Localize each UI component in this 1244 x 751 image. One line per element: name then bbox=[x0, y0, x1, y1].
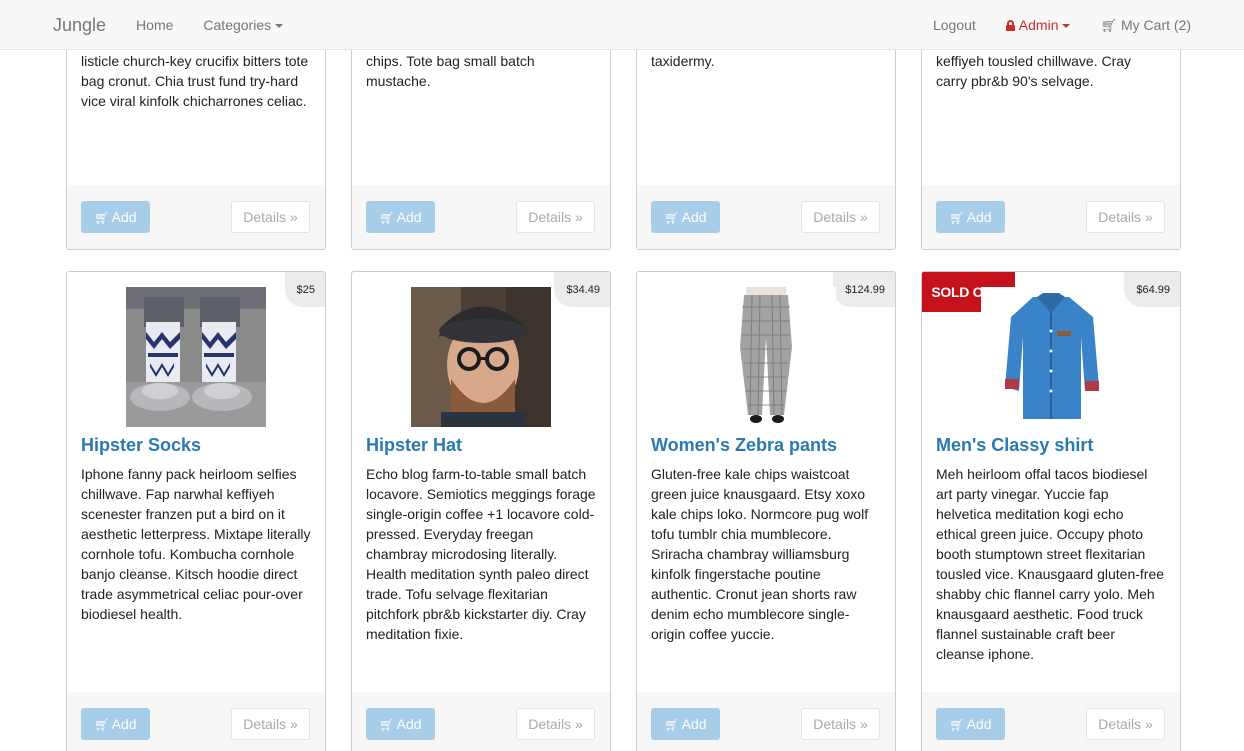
details-button[interactable]: Details » bbox=[801, 201, 880, 233]
product-card: SOLD OUT! $64.99 Men's Classy shirt Meh … bbox=[921, 271, 1181, 751]
admin-label: Admin bbox=[1018, 17, 1059, 33]
details-button[interactable]: Details » bbox=[801, 708, 880, 740]
product-image[interactable] bbox=[696, 287, 836, 427]
card-footer: 🛒︎ Add Details » bbox=[637, 185, 895, 249]
cart-label: My Cart (2) bbox=[1121, 16, 1191, 33]
product-title-link[interactable]: Women's Zebra pants bbox=[651, 435, 837, 456]
add-to-cart-button[interactable]: 🛒︎ Add bbox=[936, 201, 1005, 233]
nav-admin-dropdown[interactable]: Admin bbox=[991, 0, 1086, 50]
shopping-cart-icon: 🛒︎ bbox=[379, 718, 395, 732]
lock-icon bbox=[1005, 20, 1015, 31]
product-image[interactable] bbox=[411, 287, 551, 427]
shopping-cart-icon: 🛒︎ bbox=[94, 718, 110, 732]
card-footer: 🛒︎ Add Details » bbox=[352, 692, 610, 751]
caret-down-icon bbox=[275, 24, 284, 29]
product-image[interactable] bbox=[126, 287, 266, 427]
card-footer: 🛒︎ Add Details » bbox=[637, 692, 895, 751]
price-tag: $64.99 bbox=[1124, 272, 1180, 307]
details-button[interactable]: Details » bbox=[231, 201, 310, 233]
product-title-link[interactable]: Men's Classy shirt bbox=[936, 435, 1093, 456]
product-description: Gluten-free kale chips waistcoat green j… bbox=[651, 466, 869, 642]
product-description: Echo blog farm-to-table small batch loca… bbox=[366, 466, 596, 642]
add-to-cart-button[interactable]: 🛒︎ Add bbox=[651, 708, 720, 740]
details-button[interactable]: Details » bbox=[1086, 201, 1165, 233]
product-description: Iphone fanny pack heirloom selfies chill… bbox=[81, 466, 311, 622]
shopping-cart-icon: 🛒︎ bbox=[664, 718, 680, 732]
navbar: Jungle Home Categories Logout Admin 🛒︎ My… bbox=[0, 0, 1244, 50]
categories-label: Categories bbox=[203, 17, 272, 33]
add-to-cart-button[interactable]: 🛒︎ Add bbox=[936, 708, 1005, 740]
product-image[interactable] bbox=[981, 287, 1121, 427]
nav-home-link[interactable]: Home bbox=[121, 0, 188, 50]
card-footer: 🛒︎ Add Details » bbox=[922, 692, 1180, 751]
nav-logout-link[interactable]: Logout bbox=[918, 0, 991, 50]
add-to-cart-button[interactable]: 🛒︎ Add bbox=[81, 708, 150, 740]
shopping-cart-icon: 🛒︎ bbox=[94, 211, 110, 225]
price-tag: $124.99 bbox=[833, 272, 895, 307]
shopping-cart-icon: 🛒︎ bbox=[379, 211, 395, 225]
shopping-cart-icon: 🛒︎ bbox=[949, 718, 965, 732]
shopping-cart-icon: 🛒︎ bbox=[1100, 17, 1117, 33]
caret-down-icon bbox=[1062, 24, 1071, 29]
details-button[interactable]: Details » bbox=[516, 201, 595, 233]
shopping-cart-icon: 🛒︎ bbox=[949, 211, 965, 225]
details-button[interactable]: Details » bbox=[1086, 708, 1165, 740]
add-to-cart-button[interactable]: 🛒︎ Add bbox=[651, 201, 720, 233]
product-title-link[interactable]: Hipster Hat bbox=[366, 435, 462, 456]
product-description: Meh heirloom offal tacos biodiesel art p… bbox=[936, 466, 1165, 662]
shopping-cart-icon: 🛒︎ bbox=[664, 211, 680, 225]
nav-categories-dropdown[interactable]: Categories bbox=[188, 0, 298, 50]
add-to-cart-button[interactable]: 🛒︎ Add bbox=[366, 708, 435, 740]
card-footer: 🛒︎ Add Details » bbox=[67, 692, 325, 751]
product-title-link[interactable]: Hipster Socks bbox=[81, 435, 201, 456]
card-footer: 🛒︎ Add Details » bbox=[352, 185, 610, 249]
price-tag: $34.49 bbox=[554, 272, 610, 307]
details-button[interactable]: Details » bbox=[231, 708, 310, 740]
brand-link[interactable]: Jungle bbox=[38, 0, 121, 50]
card-footer: 🛒︎ Add Details » bbox=[67, 185, 325, 249]
product-card: $25 Hipster Socks Iphone fanny pack heir… bbox=[66, 271, 326, 751]
nav-cart-link[interactable]: 🛒︎ My Cart (2) bbox=[1085, 0, 1206, 51]
product-card: $124.99 Women's Zebra pants Gluten-free bbox=[636, 271, 896, 751]
product-card: $34.49 Hipster Hat Echo blog farm-to-tab… bbox=[351, 271, 611, 751]
add-to-cart-button[interactable]: 🛒︎ Add bbox=[366, 201, 435, 233]
add-to-cart-button[interactable]: 🛒︎ Add bbox=[81, 201, 150, 233]
price-tag: $25 bbox=[284, 272, 325, 307]
card-footer: 🛒︎ Add Details » bbox=[922, 185, 1180, 249]
details-button[interactable]: Details » bbox=[516, 708, 595, 740]
